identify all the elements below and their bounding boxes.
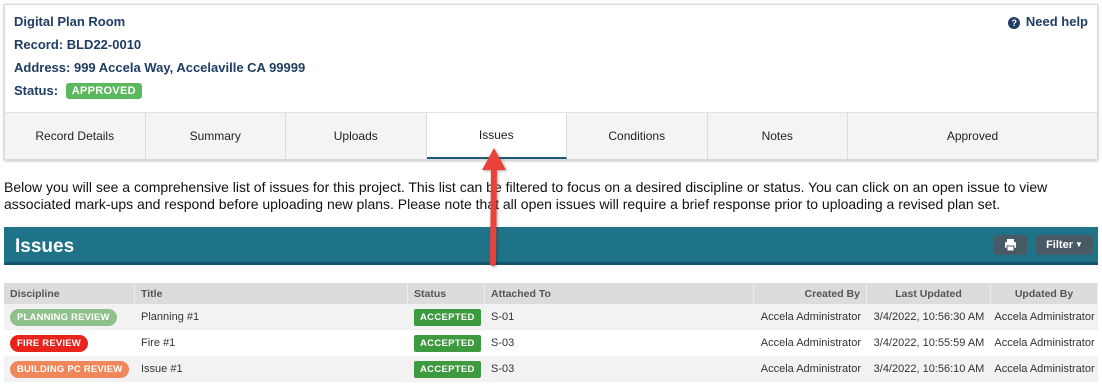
issues-table: Discipline Title Status Attached To Crea…	[4, 283, 1098, 382]
table-header: Discipline Title Status Attached To Crea…	[4, 283, 1098, 304]
issue-status-badge: ACCEPTED	[414, 308, 481, 326]
last-updated: 3/4/2022, 10:56:30 AM	[873, 311, 985, 323]
updated-by: Accela Administrator	[994, 363, 1095, 375]
created-by: Accela Administrator	[760, 337, 861, 349]
col-header-discipline[interactable]: Discipline	[4, 283, 135, 304]
print-icon	[1005, 239, 1016, 252]
updated-by: Accela Administrator	[994, 337, 1095, 349]
discipline-badge: PLANNING REVIEW	[10, 308, 117, 326]
issues-panel-header: Issues Filter ▼	[4, 227, 1098, 265]
print-button[interactable]	[994, 235, 1027, 255]
col-header-updated-by[interactable]: Updated By	[991, 283, 1098, 304]
record-tabs: Record Details Summary Uploads Issues Co…	[5, 112, 1097, 159]
issue-status-badge: ACCEPTED	[414, 360, 481, 378]
discipline-badge: FIRE REVIEW	[10, 334, 88, 352]
record-status: Status: APPROVED	[14, 83, 142, 99]
issues-intro-text: Below you will see a comprehensive list …	[4, 179, 1048, 212]
room-title: Digital Plan Room	[14, 14, 126, 29]
col-header-title[interactable]: Title	[135, 283, 408, 304]
updated-by: Accela Administrator	[994, 311, 1095, 323]
created-by: Accela Administrator	[760, 311, 861, 323]
col-header-last-updated[interactable]: Last Updated	[867, 283, 991, 304]
attached-to: S-03	[491, 363, 515, 375]
filter-button[interactable]: Filter ▼	[1036, 235, 1093, 255]
record-number: Record: BLD22-0010	[14, 37, 142, 52]
issue-title: Planning #1	[141, 311, 200, 323]
col-header-created-by[interactable]: Created By	[754, 283, 867, 304]
issues-panel-title: Issues	[15, 236, 75, 257]
issue-title: Issue #1	[141, 363, 183, 375]
discipline-badge: BUILDING PC REVIEW	[10, 360, 130, 378]
tab-record-details[interactable]: Record Details	[5, 113, 146, 159]
created-by: Accela Administrator	[760, 363, 861, 375]
last-updated: 3/4/2022, 10:56:10 AM	[873, 363, 985, 375]
status-label: Status:	[14, 83, 59, 98]
need-help-label: Need help	[1025, 14, 1088, 29]
caret-down-icon: ▼	[1074, 240, 1083, 249]
table-row[interactable]: PLANNING REVIEW Planning #1 ACCEPTED S-0…	[4, 304, 1098, 330]
record-header-card: Digital Plan Room Record: BLD22-0010 Add…	[4, 4, 1098, 160]
table-row[interactable]: FIRE REVIEW Fire #1 ACCEPTED S-03 Accela…	[4, 330, 1098, 356]
col-header-attached-to[interactable]: Attached To	[485, 283, 754, 304]
table-row[interactable]: BUILDING PC REVIEW Issue #1 ACCEPTED S-0…	[4, 356, 1098, 382]
need-help-link[interactable]: ? Need help	[1008, 14, 1088, 29]
last-updated: 3/4/2022, 10:55:59 AM	[873, 337, 985, 349]
issue-title: Fire #1	[141, 337, 176, 349]
record-address: Address: 999 Accela Way, Accelaville CA …	[14, 60, 306, 75]
col-header-status[interactable]: Status	[408, 283, 485, 304]
tab-approved[interactable]: Approved	[848, 113, 1097, 159]
attached-to: S-03	[491, 337, 515, 349]
attached-to: S-01	[491, 311, 515, 323]
tab-summary[interactable]: Summary	[145, 113, 286, 159]
tab-issues[interactable]: Issues	[426, 113, 567, 159]
status-badge: APPROVED	[65, 83, 142, 99]
tab-conditions[interactable]: Conditions	[567, 113, 708, 159]
question-circle-icon: ?	[1008, 17, 1021, 29]
tab-uploads[interactable]: Uploads	[286, 113, 427, 159]
filter-label: Filter	[1046, 239, 1073, 251]
tab-notes[interactable]: Notes	[707, 113, 848, 159]
issue-status-badge: ACCEPTED	[414, 334, 481, 352]
